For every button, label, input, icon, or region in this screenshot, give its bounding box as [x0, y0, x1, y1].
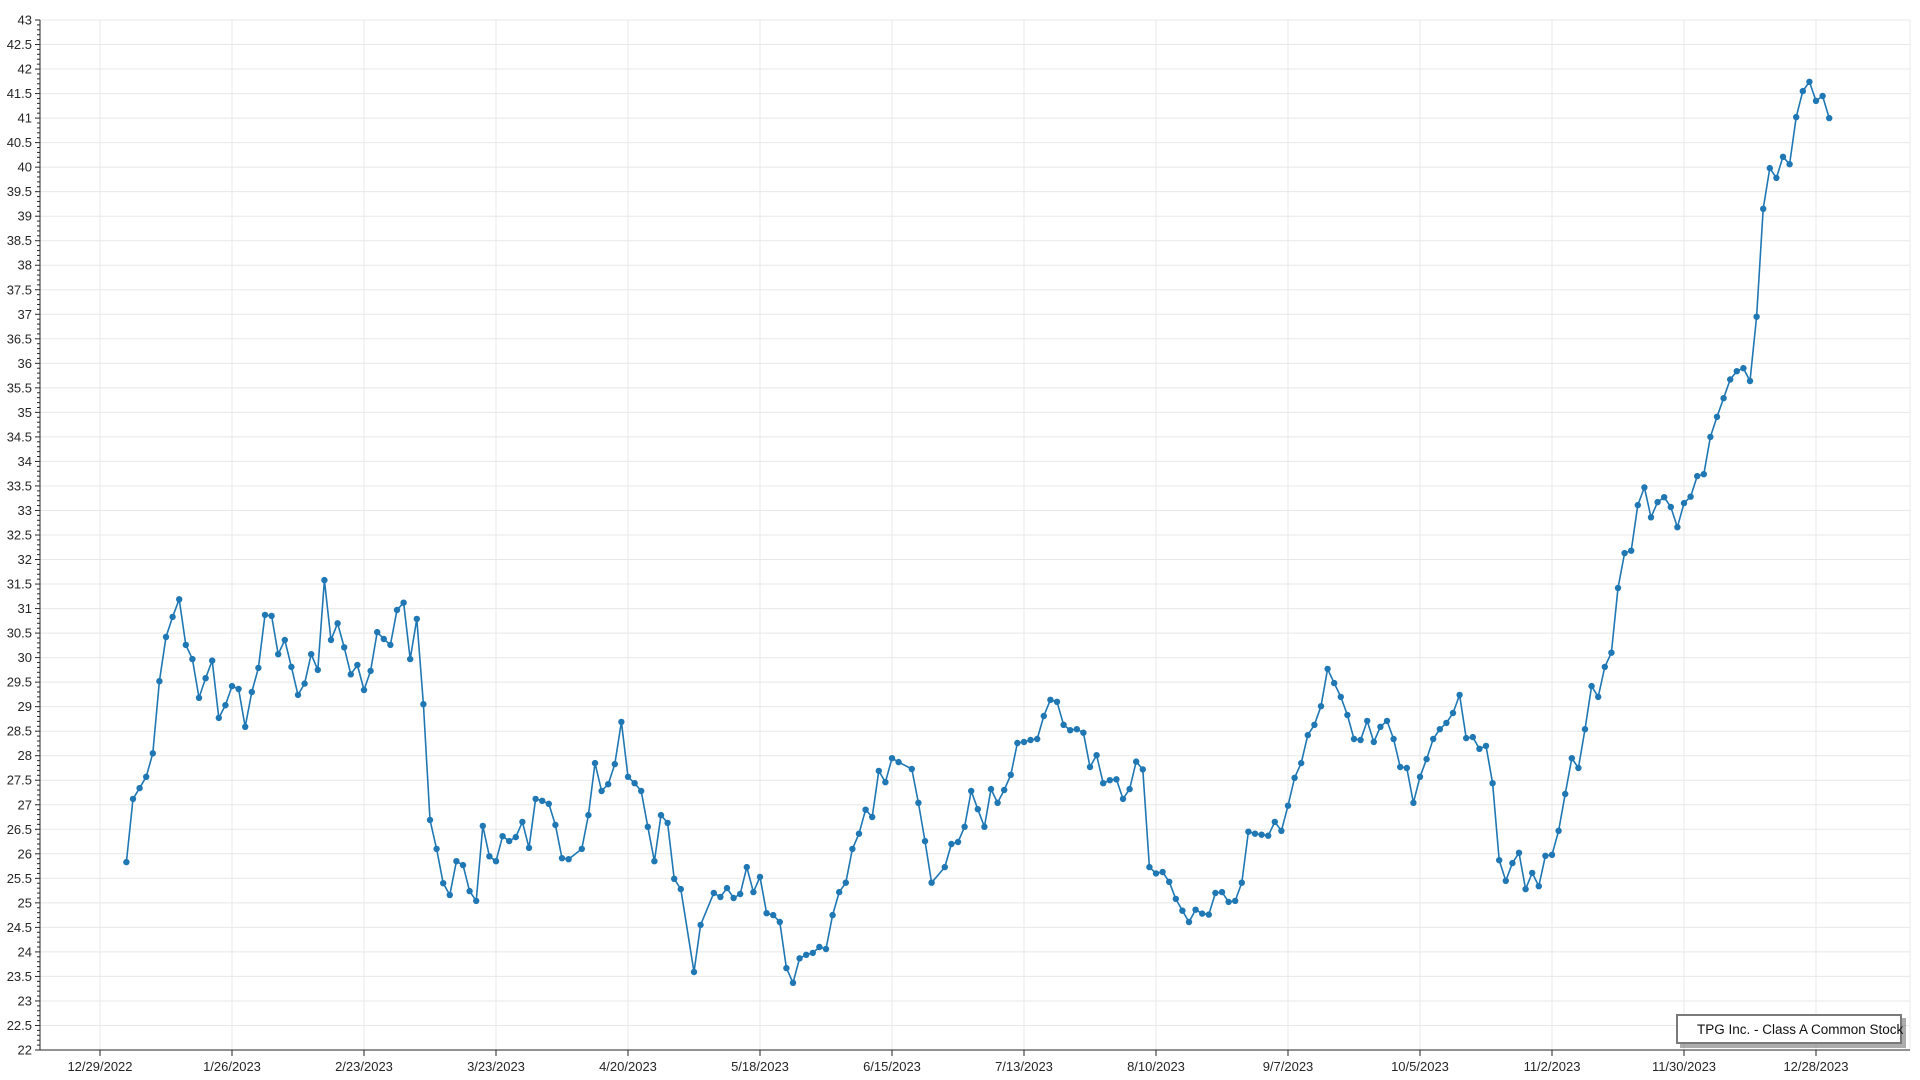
x-axis-labels: 12/29/2022 1/26/2023 2/23/2023 3/23/2023 4/2… — [67, 1059, 1848, 1074]
svg-text:9/7/2023: 9/7/2023 — [1263, 1059, 1314, 1074]
svg-text:31: 31 — [18, 601, 32, 616]
svg-text:11/2/2023: 11/2/2023 — [1524, 1059, 1581, 1074]
svg-text:32: 32 — [18, 552, 32, 567]
svg-text:28: 28 — [18, 748, 32, 763]
svg-text:27.5: 27.5 — [7, 773, 32, 788]
svg-text:4/20/2023: 4/20/2023 — [599, 1059, 657, 1074]
legend-label: TPG Inc. - Class A Common Stock — [1697, 1022, 1903, 1037]
svg-text:35: 35 — [18, 405, 32, 420]
svg-text:24: 24 — [18, 944, 32, 959]
svg-text:23.5: 23.5 — [7, 969, 32, 984]
svg-text:2/23/2023: 2/23/2023 — [335, 1059, 393, 1074]
svg-text:6/15/2023: 6/15/2023 — [863, 1059, 921, 1074]
x-axis-ticks — [100, 1050, 1816, 1056]
svg-text:11/30/2023: 11/30/2023 — [1652, 1059, 1716, 1074]
y-axis-ticks — [35, 20, 40, 1050]
svg-text:36: 36 — [18, 356, 32, 371]
svg-text:34.5: 34.5 — [7, 429, 32, 444]
svg-text:25.5: 25.5 — [7, 871, 32, 886]
svg-text:29: 29 — [18, 699, 32, 714]
svg-text:26.5: 26.5 — [7, 822, 32, 837]
svg-text:38.5: 38.5 — [7, 233, 32, 248]
svg-text:37: 37 — [18, 307, 32, 322]
svg-text:30.5: 30.5 — [7, 626, 32, 641]
svg-text:37.5: 37.5 — [7, 282, 32, 297]
svg-text:43: 43 — [18, 13, 32, 28]
svg-text:39.5: 39.5 — [7, 184, 32, 199]
svg-text:31.5: 31.5 — [7, 577, 32, 592]
svg-text:30: 30 — [18, 650, 32, 665]
svg-text:3/23/2023: 3/23/2023 — [467, 1059, 525, 1074]
svg-text:7/13/2023: 7/13/2023 — [995, 1059, 1053, 1074]
svg-text:12/29/2022: 12/29/2022 — [67, 1059, 132, 1074]
svg-text:8/10/2023: 8/10/2023 — [1127, 1059, 1185, 1074]
svg-text:42: 42 — [18, 62, 32, 77]
svg-text:10/5/2023: 10/5/2023 — [1391, 1059, 1449, 1074]
svg-text:25: 25 — [18, 895, 32, 910]
svg-text:26: 26 — [18, 846, 32, 861]
svg-text:36.5: 36.5 — [7, 331, 32, 346]
svg-text:29.5: 29.5 — [7, 675, 32, 690]
svg-text:41: 41 — [18, 111, 32, 126]
svg-text:40.5: 40.5 — [7, 135, 32, 150]
svg-text:34: 34 — [18, 454, 32, 469]
svg-text:22: 22 — [18, 1043, 32, 1058]
svg-text:24.5: 24.5 — [7, 920, 32, 935]
legend-box[interactable]: TPG Inc. - Class A Common Stock — [1676, 1014, 1902, 1044]
svg-text:41.5: 41.5 — [7, 86, 32, 101]
horizontal-gridlines — [40, 20, 1910, 1025]
stock-chart-canvas[interactable]: 43 42.5 42 41.5 41 40.5 40 39.5 39 38.5 38 37.5 37 36… — [0, 0, 1920, 1080]
svg-text:1/26/2023: 1/26/2023 — [203, 1059, 261, 1074]
svg-text:28.5: 28.5 — [7, 724, 32, 739]
svg-text:12/28/2023: 12/28/2023 — [1783, 1059, 1848, 1074]
svg-text:40: 40 — [18, 160, 32, 175]
svg-text:27: 27 — [18, 797, 32, 812]
svg-text:32.5: 32.5 — [7, 528, 32, 543]
svg-text:33.5: 33.5 — [7, 478, 32, 493]
svg-text:5/18/2023: 5/18/2023 — [731, 1059, 789, 1074]
svg-text:22.5: 22.5 — [7, 1018, 32, 1033]
svg-text:42.5: 42.5 — [7, 37, 32, 52]
price-series-markers — [123, 79, 1832, 986]
price-series-line — [126, 82, 1829, 983]
svg-text:39: 39 — [18, 209, 32, 224]
svg-text:33: 33 — [18, 503, 32, 518]
chart-window: 43 42.5 42 41.5 41 40.5 40 39.5 39 38.5 38 37.5 37 36… — [0, 0, 1920, 1080]
svg-text:23: 23 — [18, 993, 32, 1008]
svg-text:35.5: 35.5 — [7, 380, 32, 395]
y-axis-labels: 43 42.5 42 41.5 41 40.5 40 39.5 39 38.5 38 37.5 37 36… — [7, 13, 32, 1058]
svg-text:38: 38 — [18, 258, 32, 273]
